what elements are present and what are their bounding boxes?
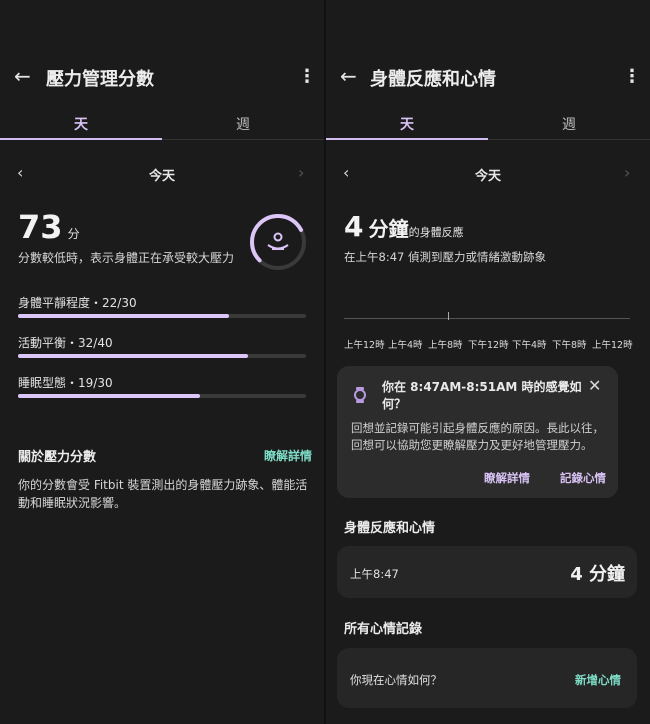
metric-label-activity: 活動平衡・32/40 — [18, 336, 113, 350]
response-row[interactable]: 上午8:47 4 分鐘 — [337, 546, 637, 598]
previous-day-chevron-icon[interactable]: ‹ — [17, 163, 23, 182]
tab-week[interactable]: 週 — [162, 114, 324, 134]
more-options-icon[interactable]: ⋮ — [298, 66, 316, 87]
tab-indicator — [326, 138, 488, 140]
timeline-label: 下午12時 — [468, 340, 509, 351]
metric-label-calm: 身體平靜程度・22/30 — [18, 296, 137, 310]
metric-track-calm — [18, 314, 306, 318]
mood-prompt-card: 你在 8:47AM-8:51AM 時的感覺如何？ ✕ 回想並記錄可能引起身體反應… — [337, 366, 618, 498]
mood-entry-row: 你現在心情如何？ 新增心情 — [337, 648, 637, 708]
score-description: 分數較低時，表示身體正在承受較大壓力 — [18, 251, 235, 265]
next-day-chevron-icon: › — [624, 163, 631, 182]
response-time: 上午8:47 — [350, 567, 399, 581]
close-icon[interactable]: ✕ — [588, 376, 601, 395]
tab-week[interactable]: 週 — [488, 114, 650, 134]
meditation-icon — [267, 232, 289, 250]
log-mood-button[interactable]: 記錄心情 — [560, 470, 606, 486]
metric-track-sleep — [18, 394, 306, 398]
add-mood-button[interactable]: 新增心情 — [575, 672, 621, 688]
back-arrow-icon[interactable]: ← — [14, 64, 31, 88]
timeline-label: 下午4時 — [512, 340, 547, 351]
duration-suffix: 的身體反應 — [408, 226, 464, 239]
detected-text: 在上午8:47 偵測到壓力或情緒激動跡象 — [344, 250, 546, 264]
metric-label-sleep: 睡眠型態・19/30 — [18, 376, 113, 390]
metric-fill-calm — [18, 314, 230, 318]
mood-question: 你現在心情如何？ — [350, 673, 442, 687]
date-label: 今天 — [474, 169, 501, 184]
metric-fill-sleep — [18, 394, 201, 398]
timeline-label: 上午8時 — [428, 340, 463, 351]
metric-track-activity — [18, 354, 306, 358]
response-duration: 4 分鐘 — [570, 564, 625, 585]
stress-score-ring — [250, 214, 306, 270]
tab-day[interactable]: 天 — [326, 114, 488, 134]
prompt-body: 回想並記錄可能引起身體反應的原因。長此以往，回想可以協助您更瞭解壓力及更好地管理… — [351, 421, 604, 452]
next-day-chevron-icon: › — [298, 163, 305, 182]
tab-day[interactable]: 天 — [0, 114, 162, 134]
ring-progress — [250, 214, 306, 270]
timeline-axis — [344, 318, 630, 319]
tab-indicator — [0, 138, 162, 140]
timeline-label: 上午12時 — [344, 340, 385, 351]
timeline-event-marker — [448, 312, 449, 320]
response-duration-headline: 4 分鐘的身體反應 — [344, 210, 464, 243]
duration-number: 4 — [344, 210, 364, 243]
more-options-icon[interactable]: ⋮ — [623, 66, 641, 87]
previous-day-chevron-icon[interactable]: ‹ — [343, 163, 349, 182]
score-value: 73 — [18, 208, 63, 246]
about-text: 你的分數會受 Fitbit 裝置測出的身體壓力跡象、體能活動和睡眠狀況影響。 — [18, 478, 308, 510]
timeline-label: 上午4時 — [388, 340, 423, 351]
about-title: 關於壓力分數 — [18, 450, 97, 465]
prompt-title: 你在 8:47AM-8:51AM 時的感覺如何？ — [382, 380, 582, 411]
page-title: 壓力管理分數 — [46, 69, 154, 90]
score-unit: 分 — [67, 227, 80, 241]
section-title-responses: 身體反應和心情 — [344, 521, 436, 536]
learn-more-link[interactable]: 瞭解詳情 — [264, 447, 312, 464]
back-arrow-icon[interactable]: ← — [340, 64, 357, 88]
body-response-screen: ← 身體反應和心情 ⋮ 天 週 ‹ 今天 › 4 分鐘的身體反應 在上午8:47… — [326, 0, 650, 724]
metric-fill-activity — [18, 354, 249, 358]
prompt-learn-more-button[interactable]: 瞭解詳情 — [484, 470, 530, 486]
date-label: 今天 — [148, 169, 175, 184]
page-title: 身體反應和心情 — [370, 69, 496, 90]
duration-unit: 分鐘 — [368, 217, 409, 241]
section-title-all-moods: 所有心情記錄 — [344, 622, 423, 637]
watch-icon — [354, 387, 366, 403]
timeline-label: 下午8時 — [552, 340, 587, 351]
stress-score: 73 分 — [18, 208, 80, 246]
stress-score-screen: ← 壓力管理分數 ⋮ 天 週 ‹ 今天 › 73 分 分數較低時，表示身體正在承… — [0, 0, 324, 724]
timeline-label: 上午12時 — [592, 340, 633, 351]
